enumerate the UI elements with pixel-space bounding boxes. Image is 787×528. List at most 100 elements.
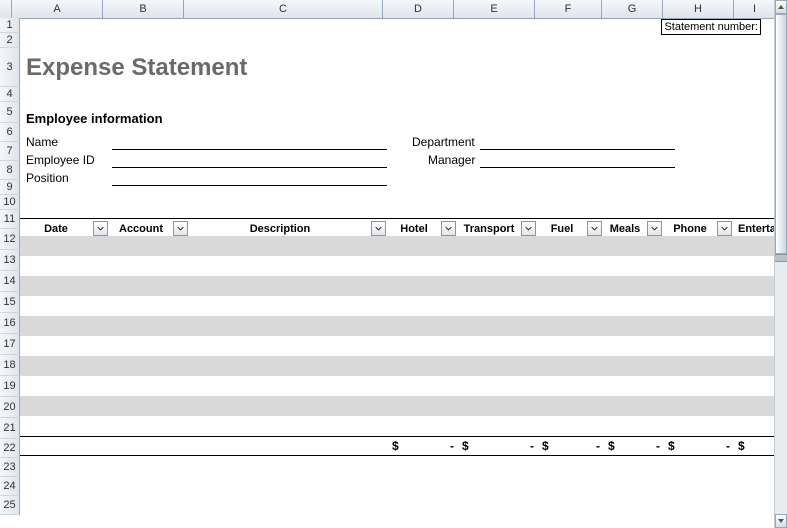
total-phone: $ -	[664, 437, 734, 455]
row-header-16[interactable]: 16	[0, 313, 20, 334]
table-row[interactable]	[20, 236, 775, 256]
totals-row: $ - $ - $ - $ - $ - $	[20, 436, 775, 456]
th-hotel-label: Hotel	[400, 223, 428, 235]
table-row[interactable]	[20, 276, 775, 296]
table-row[interactable]	[20, 416, 775, 436]
total-transport: $ -	[458, 437, 538, 455]
tooltip-statement-number: Statement number:	[661, 19, 761, 35]
label-department: Department	[412, 135, 475, 149]
filter-button-transport[interactable]	[521, 221, 536, 236]
row-header-2[interactable]: 2	[0, 33, 20, 48]
label-position: Position	[26, 171, 69, 185]
row-header-14[interactable]: 14	[0, 271, 20, 292]
th-transport-label: Transport	[464, 223, 515, 235]
col-header-F[interactable]: F	[535, 0, 602, 18]
th-fuel-label: Fuel	[551, 223, 574, 235]
col-header-E[interactable]: E	[454, 0, 535, 18]
filter-button-account[interactable]	[173, 221, 188, 236]
currency-symbol: $	[668, 439, 675, 453]
row-header-21[interactable]: 21	[0, 418, 20, 439]
filter-button-description[interactable]	[371, 221, 386, 236]
row-header-18[interactable]: 18	[0, 355, 20, 376]
currency-symbol: $	[738, 439, 745, 453]
table-row[interactable]	[20, 356, 775, 376]
table-header-row: Date Account Description Hotel Transport…	[20, 218, 775, 238]
filter-button-phone[interactable]	[717, 221, 732, 236]
col-header-B[interactable]: B	[103, 0, 184, 18]
chevron-down-icon	[591, 226, 598, 231]
filter-button-hotel[interactable]	[441, 221, 456, 236]
col-header-G[interactable]: G	[602, 0, 663, 18]
row-header-11[interactable]: 11	[0, 210, 20, 229]
row-header-9[interactable]: 9	[0, 180, 20, 195]
table-row[interactable]	[20, 256, 775, 276]
chevron-down-icon	[525, 226, 532, 231]
chevron-down-icon	[375, 226, 382, 231]
th-phone-label: Phone	[673, 223, 707, 235]
row-header-24[interactable]: 24	[0, 477, 20, 496]
table-row[interactable]	[20, 396, 775, 416]
input-position[interactable]	[112, 170, 387, 186]
total-dash: -	[530, 439, 534, 453]
label-name: Name	[26, 135, 58, 149]
col-header-H[interactable]: H	[663, 0, 734, 18]
row-header-7[interactable]: 7	[0, 142, 20, 161]
label-employee-id: Employee ID	[26, 153, 95, 167]
chevron-down-icon	[778, 519, 784, 523]
row-header-5[interactable]: 5	[0, 102, 20, 123]
input-manager[interactable]	[480, 152, 675, 168]
th-entertainment-label: Entertainment	[738, 223, 775, 235]
filter-button-fuel[interactable]	[587, 221, 602, 236]
filter-button-date[interactable]	[93, 221, 108, 236]
scrollbar-split[interactable]	[775, 254, 787, 262]
row-header-10[interactable]: 10	[0, 195, 20, 210]
currency-symbol: $	[542, 439, 549, 453]
row-header-19[interactable]: 19	[0, 376, 20, 397]
column-headers: A B C D E F G H I	[0, 0, 775, 19]
col-header-I[interactable]: I	[734, 0, 775, 18]
label-manager: Manager	[428, 153, 475, 167]
total-entertainment: $	[734, 437, 775, 455]
section-header-employee-info: Employee information	[26, 111, 163, 126]
input-department[interactable]	[480, 134, 675, 150]
total-dash: -	[726, 439, 730, 453]
col-header-C[interactable]: C	[184, 0, 383, 18]
row-header-23[interactable]: 23	[0, 458, 20, 477]
table-row[interactable]	[20, 316, 775, 336]
th-date-label: Date	[44, 223, 68, 235]
row-header-3[interactable]: 3	[0, 48, 20, 87]
th-account-label: Account	[119, 223, 163, 235]
input-name[interactable]	[112, 134, 387, 150]
row-header-8[interactable]: 8	[0, 161, 20, 180]
row-header-1[interactable]: 1	[0, 18, 20, 33]
col-header-A[interactable]: A	[12, 0, 103, 18]
chevron-down-icon	[721, 226, 728, 231]
row-header-4[interactable]: 4	[0, 87, 20, 102]
input-employee-id[interactable]	[112, 152, 387, 168]
row-header-17[interactable]: 17	[0, 334, 20, 355]
row-header-12[interactable]: 12	[0, 229, 20, 250]
row-header-15[interactable]: 15	[0, 292, 20, 313]
scrollbar-thumb[interactable]	[775, 14, 787, 254]
row-header-20[interactable]: 20	[0, 397, 20, 418]
scroll-down-button[interactable]	[775, 514, 787, 528]
chevron-down-icon	[177, 226, 184, 231]
page-title: Expense Statement	[26, 54, 247, 82]
chevron-up-icon	[778, 5, 784, 9]
row-header-25[interactable]: 25	[0, 496, 20, 515]
select-all-corner[interactable]	[0, 0, 12, 18]
row-headers: 1234567891011121314151617181920212223242…	[0, 18, 20, 515]
vertical-scrollbar[interactable]	[774, 0, 787, 528]
chevron-down-icon	[651, 226, 658, 231]
table-row[interactable]	[20, 376, 775, 396]
table-row[interactable]	[20, 296, 775, 316]
row-header-6[interactable]: 6	[0, 123, 20, 142]
row-header-13[interactable]: 13	[0, 250, 20, 271]
scroll-up-button[interactable]	[775, 0, 787, 14]
row-header-22[interactable]: 22	[0, 439, 20, 458]
filter-button-meals[interactable]	[647, 221, 662, 236]
table-row[interactable]	[20, 336, 775, 356]
total-dash: -	[596, 439, 600, 453]
currency-symbol: $	[608, 439, 615, 453]
col-header-D[interactable]: D	[383, 0, 454, 18]
